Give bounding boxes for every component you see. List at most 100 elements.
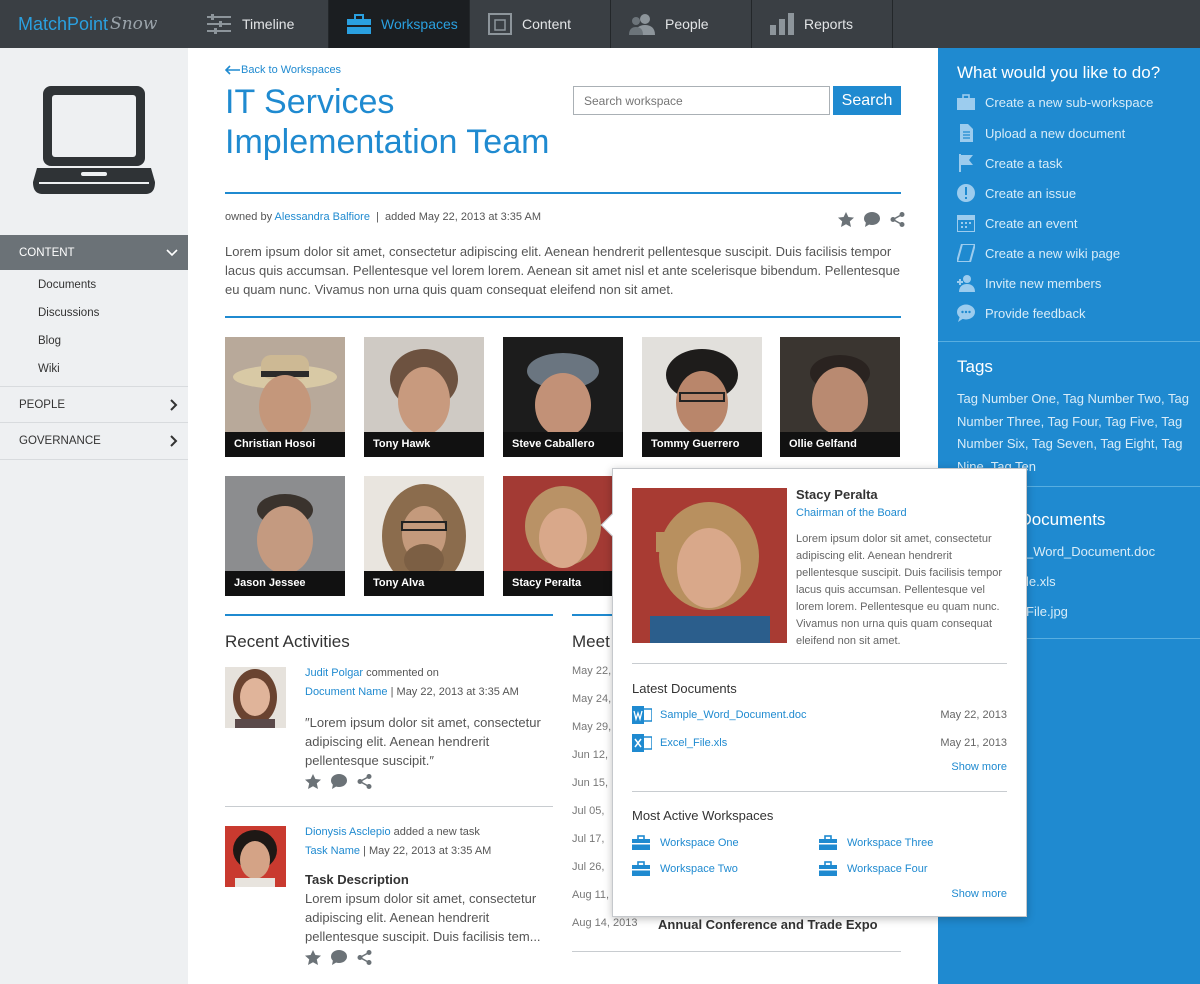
create-issue-link[interactable]: Create an issue (957, 184, 1076, 202)
meeting-date: Jul 26, (572, 861, 605, 873)
tags-list[interactable]: Tag Number One, Tag Number Two, Tag Numb… (957, 388, 1197, 478)
share-icon[interactable] (357, 950, 372, 965)
star-icon[interactable] (305, 950, 321, 965)
member-card[interactable]: Tommy Guerrero (642, 337, 762, 457)
timeline-icon (207, 14, 231, 34)
meta-separator: | (387, 686, 397, 698)
back-link-label: Back to Workspaces (241, 64, 342, 76)
document-row[interactable]: Excel_File.xls May 21, 2013 (632, 733, 1007, 753)
provide-feedback-link[interactable]: Provide feedback (957, 304, 1085, 322)
nav-content[interactable]: Content (470, 0, 611, 48)
share-icon[interactable] (357, 774, 372, 789)
member-card[interactable]: Tony Hawk (364, 337, 484, 457)
chevron-right-icon (170, 398, 178, 411)
star-icon[interactable] (305, 774, 321, 789)
nav-workspaces[interactable]: Workspaces (329, 0, 470, 48)
divider (225, 806, 553, 807)
workspace-link[interactable]: Workspace Two (632, 861, 738, 876)
comment-icon[interactable] (331, 950, 347, 965)
action-label: Provide feedback (985, 305, 1086, 321)
member-card[interactable]: Ollie Gelfand (780, 337, 900, 457)
sidebar-item-wiki[interactable]: Wiki (38, 363, 60, 375)
show-more-workspaces-link[interactable]: Show more (951, 888, 1007, 900)
create-wiki-page-link[interactable]: Create a new wiki page (957, 244, 1120, 262)
divider (572, 951, 901, 952)
divider (225, 614, 553, 616)
comment-icon[interactable] (864, 212, 880, 227)
avatar (225, 826, 286, 887)
member-name: Tony Hawk (364, 432, 484, 457)
meeting-date: Jun 12, (572, 749, 609, 761)
sidebar-content-section[interactable]: CONTENT (0, 235, 188, 270)
sidebar-item-discussions[interactable]: Discussions (38, 307, 99, 319)
nav-timeline[interactable]: Timeline (188, 0, 329, 48)
member-card[interactable]: Jason Jessee (225, 476, 345, 596)
owner-link[interactable]: Alessandra Balfiore (275, 211, 370, 223)
action-label: Invite new members (985, 275, 1102, 291)
member-name: Jason Jessee (225, 571, 345, 596)
workspace-link[interactable]: Workspace Four (819, 861, 928, 876)
sidebar-governance-section[interactable]: GOVERNANCE (0, 423, 188, 460)
activity-target-link[interactable]: Document Name (305, 686, 388, 698)
document-link[interactable]: _Word_Document.doc (1026, 544, 1155, 559)
workspace-link[interactable]: Workspace Three (819, 835, 933, 850)
divider (632, 791, 1007, 792)
star-icon[interactable] (838, 212, 854, 227)
wiki-icon (957, 244, 975, 262)
app-logo[interactable]: MatchPoint Snow (0, 0, 188, 48)
document-link[interactable]: File.jpg (1026, 604, 1068, 619)
upload-document-link[interactable]: Upload a new document (957, 124, 1125, 142)
top-navigation-bar: MatchPoint Snow Timeline Workspaces Cont… (0, 0, 1200, 48)
activity-quote: Lorem ipsum dolor sit amet, consectetur … (305, 715, 541, 768)
back-to-workspaces-link[interactable]: Back to Workspaces (225, 64, 341, 76)
profile-role[interactable]: Chairman of the Board (796, 507, 907, 519)
member-name: Tommy Guerrero (642, 432, 762, 457)
content-icon (488, 13, 512, 35)
show-more-documents-link[interactable]: Show more (951, 761, 1007, 773)
document-row[interactable]: Sample_Word_Document.doc May 22, 2013 (632, 705, 1007, 725)
member-card[interactable]: Christian Hosoi (225, 337, 345, 457)
activity-actions (305, 950, 555, 965)
sidebar-item-documents[interactable]: Documents (38, 279, 96, 291)
workspace-link[interactable]: Workspace One (632, 835, 739, 850)
member-card[interactable]: Tony Alva (364, 476, 484, 596)
search-button[interactable]: Search (833, 86, 901, 115)
member-card[interactable]: Steve Caballero (503, 337, 623, 457)
activity-user-link[interactable]: Dionysis Asclepio (305, 826, 391, 838)
activity-time: May 22, 2013 at 3:35 AM (396, 686, 519, 698)
laptop-icon (33, 86, 155, 194)
nav-reports[interactable]: Reports (752, 0, 893, 48)
comment-icon[interactable] (331, 774, 347, 789)
nav-people-label: People (665, 16, 709, 32)
activity-target-link[interactable]: Task Name (305, 845, 360, 857)
create-task-link[interactable]: Create a task (957, 154, 1062, 172)
sidebar-people-section[interactable]: PEOPLE (0, 386, 188, 423)
flag-icon (959, 154, 973, 172)
arrow-left-icon (225, 65, 240, 75)
most-active-workspaces-title: Most Active Workspaces (632, 808, 774, 823)
share-icon[interactable] (890, 212, 905, 227)
people-icon (629, 14, 655, 35)
actions-panel-title: What would you like to do? (957, 63, 1161, 82)
member-card[interactable]: Stacy Peralta (503, 476, 623, 596)
nav-people[interactable]: People (611, 0, 752, 48)
calendar-icon (957, 215, 975, 232)
divider (938, 341, 1200, 342)
document-date: May 21, 2013 (940, 737, 1007, 749)
workspace-meta: owned by Alessandra Balfiore | added May… (225, 211, 541, 223)
sidebar-item-blog[interactable]: Blog (38, 335, 61, 347)
recent-activities-title: Recent Activities (225, 632, 350, 651)
profile-popup: Stacy Peralta Chairman of the Board Lore… (600, 468, 1027, 917)
activity-user-link[interactable]: Judit Polgar (305, 667, 363, 679)
nav-reports-label: Reports (804, 16, 854, 32)
search-input[interactable] (573, 86, 830, 115)
document-link[interactable]: le.xls (1026, 574, 1056, 589)
meeting-title[interactable]: Annual Conference and Trade Expo (658, 917, 878, 932)
workspace-name: Workspace Two (660, 862, 738, 875)
create-sub-workspace-link[interactable]: Create a new sub-workspace (957, 94, 1153, 110)
invite-members-link[interactable]: Invite new members (957, 274, 1101, 292)
create-event-link[interactable]: Create an event (957, 214, 1078, 232)
meta-separator: | (360, 845, 370, 857)
workspace-name: Workspace Four (847, 862, 928, 875)
activity-body: Judit Polgar commented on Document Name … (305, 667, 555, 789)
